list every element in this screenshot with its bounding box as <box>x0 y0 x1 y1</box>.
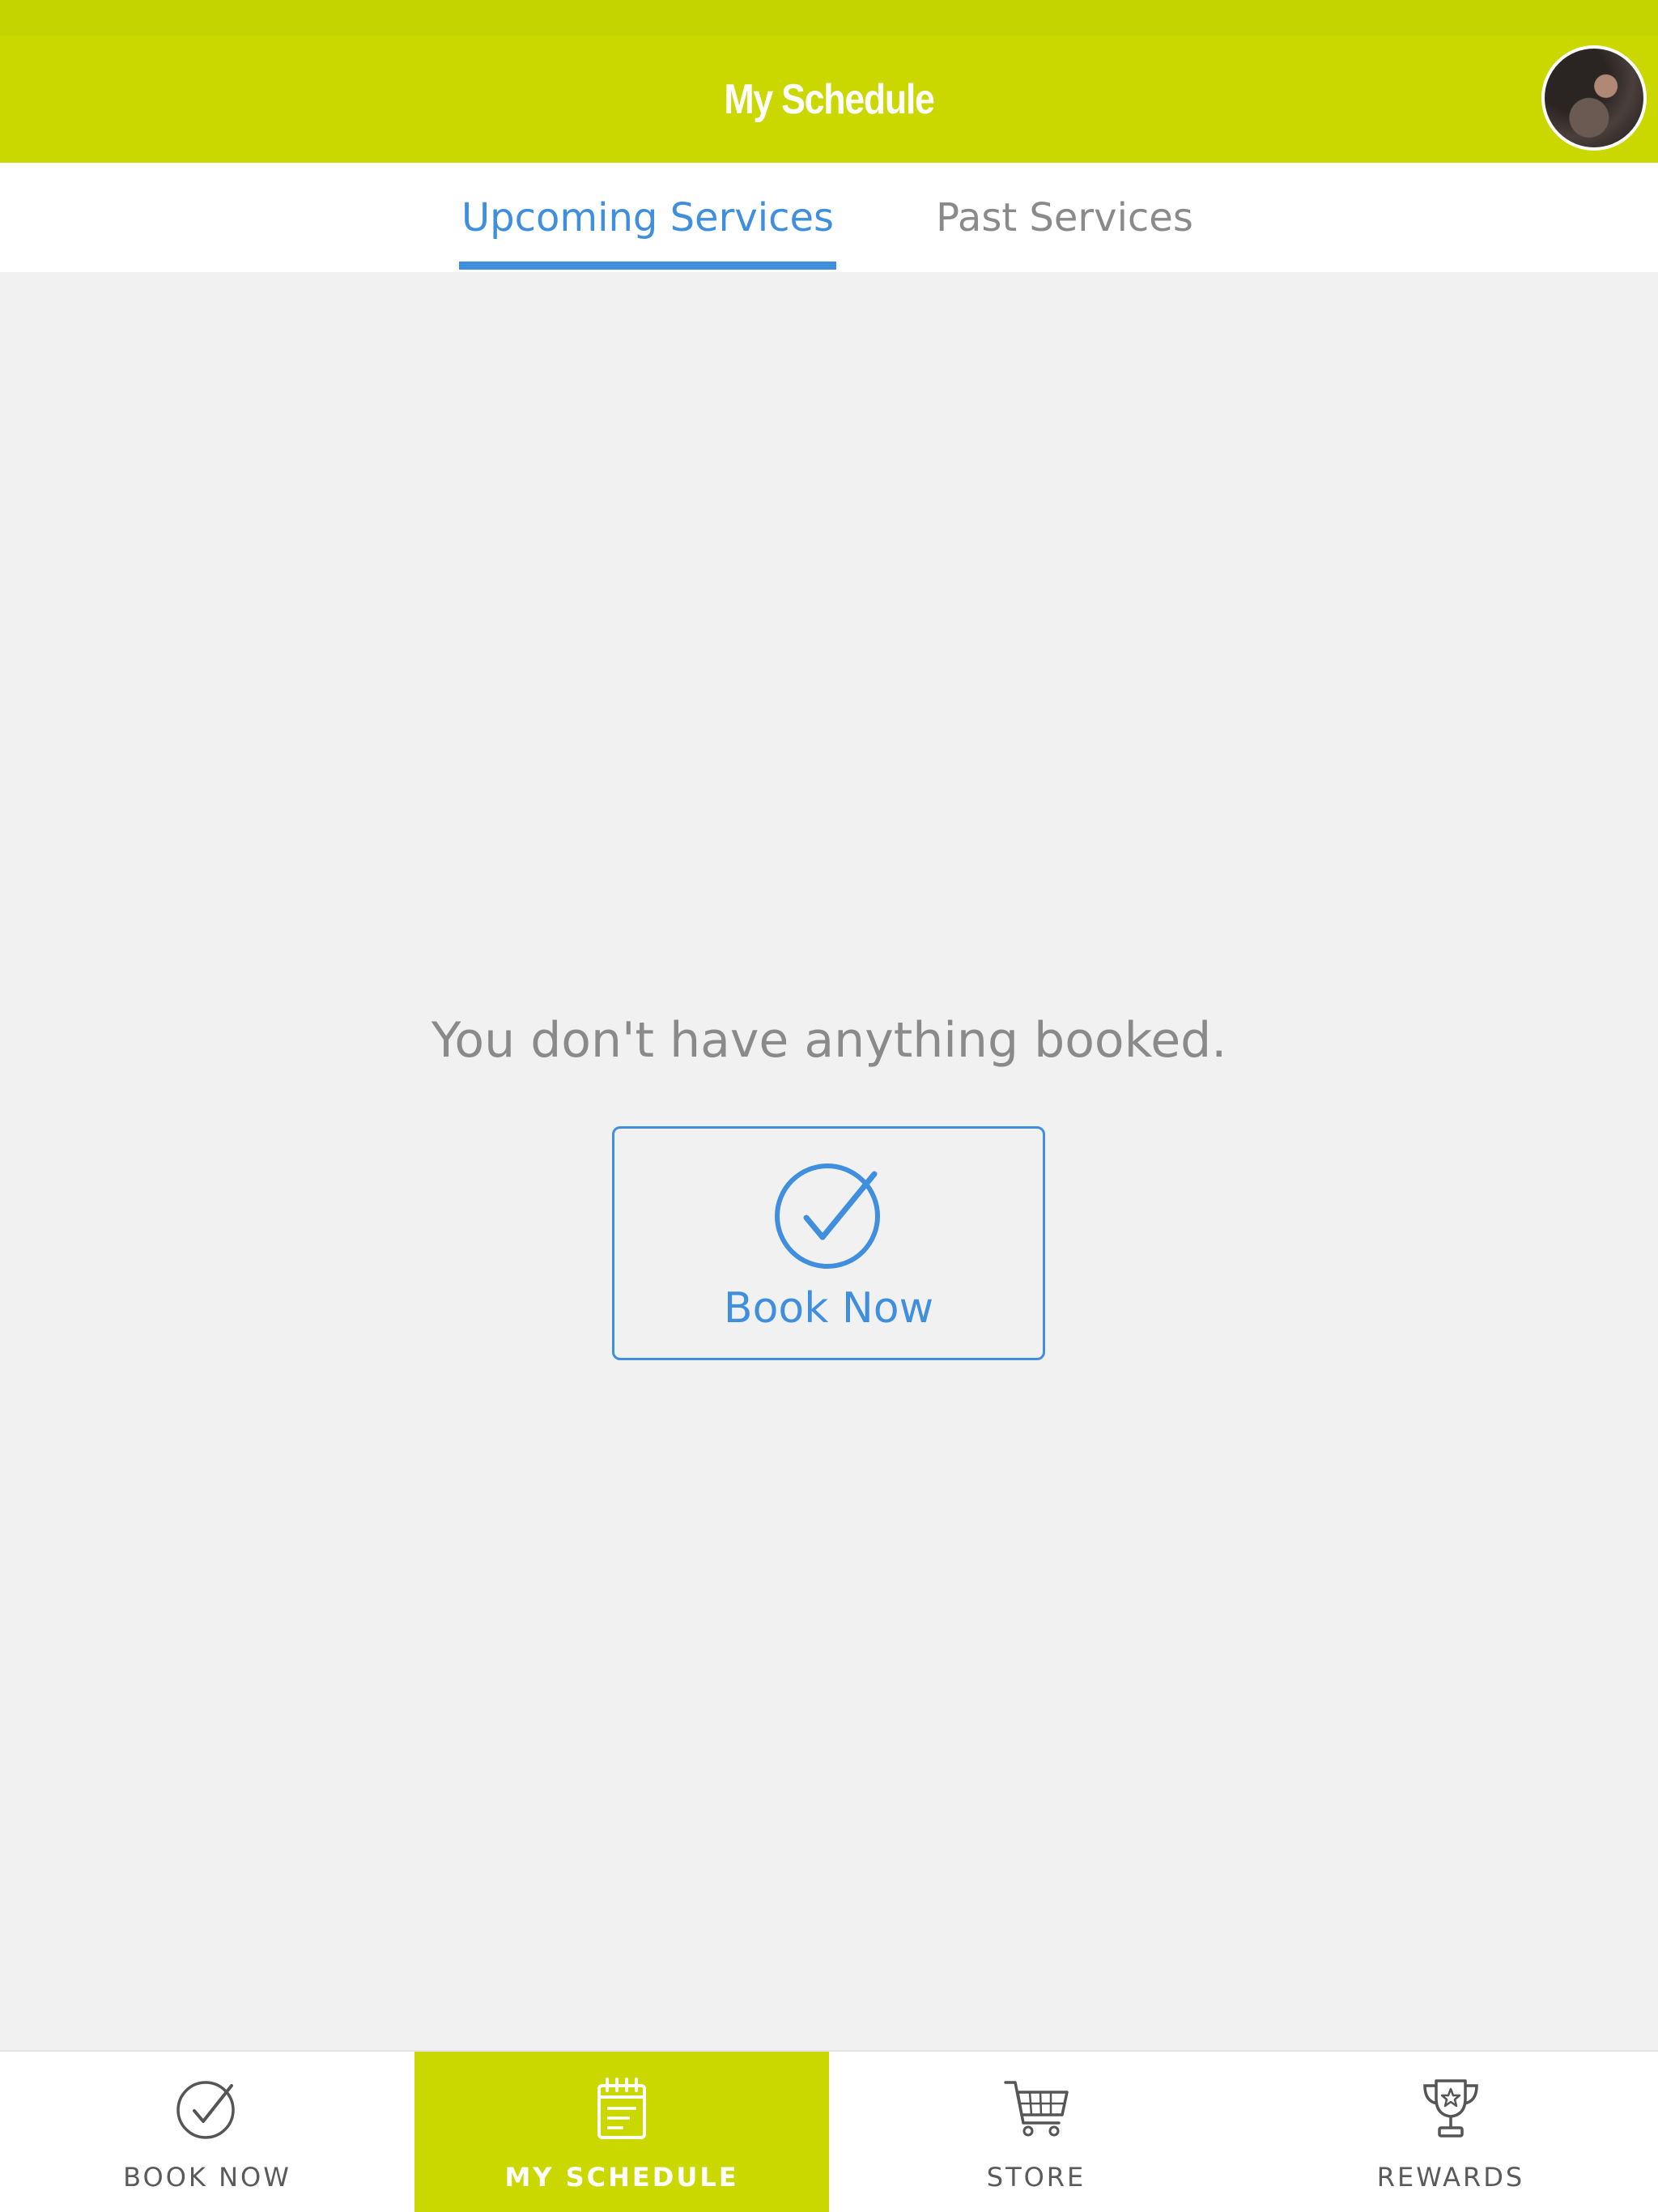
shopping-cart-icon <box>1004 2081 1069 2137</box>
status-strip <box>0 0 1658 36</box>
tab-upcoming-services[interactable]: Upcoming Services <box>459 163 836 272</box>
tab-past-services[interactable]: Past Services <box>899 163 1231 272</box>
page-title: My Schedule <box>724 75 934 123</box>
nav-item-my-schedule[interactable]: MY SCHEDULE <box>414 2052 829 2212</box>
bottom-nav: BOOK NOW MY SCHEDULE STORE REWARDS <box>0 2050 1658 2212</box>
tabs-bar: Upcoming Services Past Services <box>0 163 1658 272</box>
book-now-label: Book Now <box>723 1284 934 1333</box>
book-now-button[interactable]: Book Now <box>612 1126 1045 1360</box>
active-tab-indicator <box>459 262 836 270</box>
avatar[interactable] <box>1541 45 1647 151</box>
nav-item-store[interactable]: STORE <box>829 2052 1244 2212</box>
nav-item-book-now[interactable]: BOOK NOW <box>0 2052 414 2212</box>
empty-state-message: You don't have anything booked. <box>431 1012 1227 1069</box>
nav-label-store: STORE <box>986 2162 1086 2193</box>
nav-item-rewards[interactable]: REWARDS <box>1244 2052 1658 2212</box>
check-circle-icon <box>775 1163 880 1269</box>
app-header: My Schedule <box>0 36 1658 163</box>
trophy-icon <box>1423 2079 1478 2138</box>
check-circle-icon <box>176 2081 235 2139</box>
nav-label-book-now: BOOK NOW <box>123 2162 291 2193</box>
nav-label-rewards: REWARDS <box>1376 2162 1525 2193</box>
calendar-icon <box>597 2078 646 2139</box>
nav-label-my-schedule: MY SCHEDULE <box>504 2162 739 2193</box>
